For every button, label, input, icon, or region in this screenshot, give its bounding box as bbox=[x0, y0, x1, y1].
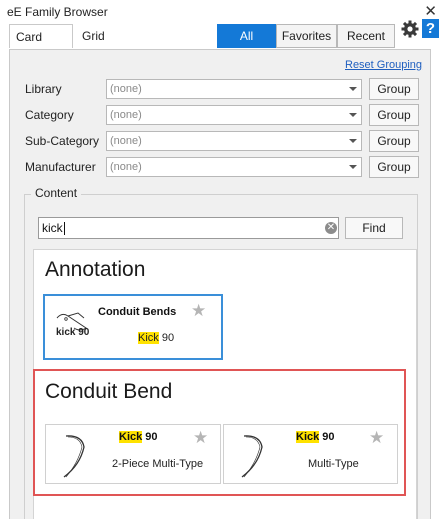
library-select[interactable]: (none) bbox=[106, 79, 362, 99]
text-caret bbox=[63, 222, 65, 236]
chevron-down-icon bbox=[349, 165, 357, 169]
gear-icon[interactable] bbox=[401, 20, 419, 38]
clear-icon[interactable]: ✕ bbox=[325, 222, 337, 234]
filter-recent-button[interactable]: Recent bbox=[337, 24, 395, 48]
thumb-label: kick 90 bbox=[56, 327, 90, 338]
manufacturer-label: Manufacturer bbox=[25, 160, 96, 174]
close-icon[interactable]: ✕ bbox=[424, 2, 437, 20]
category-group-button[interactable]: Group bbox=[369, 104, 419, 126]
sub-category-group-button[interactable]: Group bbox=[369, 130, 419, 152]
library-group-button[interactable]: Group bbox=[369, 78, 419, 100]
search-input-value: kick bbox=[42, 221, 63, 235]
card-conduit-bends[interactable]: kick 90 Conduit Bends Kick 90 ★ bbox=[43, 294, 223, 360]
sub-category-select[interactable]: (none) bbox=[106, 131, 362, 151]
sub-category-select-value: (none) bbox=[110, 135, 142, 147]
chevron-down-icon bbox=[349, 139, 357, 143]
manufacturer-select[interactable]: (none) bbox=[106, 157, 362, 177]
card-subtitle: Kick 90 bbox=[138, 332, 175, 344]
category-select[interactable]: (none) bbox=[106, 105, 362, 125]
window-title: eE Family Browser bbox=[7, 5, 108, 19]
group-title-annotation: Annotation bbox=[45, 258, 146, 281]
filter-all-button[interactable]: All bbox=[217, 24, 276, 48]
library-select-value: (none) bbox=[110, 83, 142, 95]
annotation-highlight-box bbox=[33, 369, 406, 496]
help-icon[interactable]: ? bbox=[422, 19, 439, 38]
tab-grid-view[interactable]: Grid View bbox=[76, 24, 138, 67]
title-bar: eE Family Browser ✕ bbox=[0, 0, 441, 24]
search-input[interactable]: kick bbox=[38, 217, 339, 239]
sub-category-label: Sub-Category bbox=[25, 134, 100, 148]
chevron-down-icon bbox=[349, 87, 357, 91]
library-label: Library bbox=[25, 82, 62, 96]
category-label: Category bbox=[25, 108, 74, 122]
manufacturer-group-button[interactable]: Group bbox=[369, 156, 419, 178]
favorite-star-icon[interactable]: ★ bbox=[191, 301, 206, 321]
reset-grouping-link[interactable]: Reset Grouping bbox=[345, 59, 422, 71]
category-select-value: (none) bbox=[110, 109, 142, 121]
filter-favorites-button[interactable]: Favorites bbox=[276, 24, 337, 48]
manufacturer-select-value: (none) bbox=[110, 161, 142, 173]
tab-card-view[interactable]: Card View bbox=[9, 24, 73, 68]
card-title: Conduit Bends bbox=[98, 306, 177, 318]
chevron-down-icon bbox=[349, 113, 357, 117]
find-button[interactable]: Find bbox=[345, 217, 403, 239]
content-label: Content bbox=[31, 186, 82, 200]
